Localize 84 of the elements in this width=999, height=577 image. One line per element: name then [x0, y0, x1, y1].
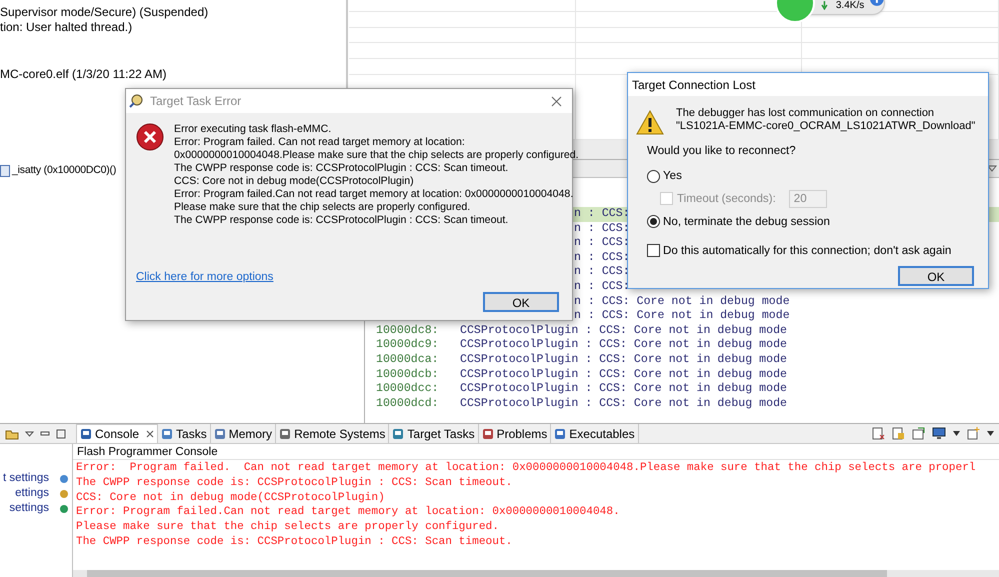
disassembly-text: CCSProtocolPlugin : CCS: Core not in debug mode [460, 338, 787, 353]
radio-button[interactable] [647, 214, 660, 228]
maximize-icon[interactable] [56, 428, 66, 438]
auto-checkbox-option[interactable]: Do this automatically for this connection; don't ask again [647, 242, 988, 260]
disassembly-row[interactable]: 10000dcc: CCSProtocolPlugin : CCS: Core not in debug mode [376, 382, 999, 397]
radio-button[interactable] [647, 170, 660, 183]
ok-button[interactable]: OK [898, 266, 974, 286]
file-icon [0, 164, 10, 176]
disassembly-text: CCSProtocolPlugin : CCS: Core not in debug mode [460, 352, 787, 368]
network-speed: 3.4K/s [836, 0, 864, 12]
disassembly-text: CCSProtocolPlugin : CCS: Core not in debug mode [460, 324, 787, 338]
more-options-link[interactable]: Click here for more options [136, 269, 274, 286]
new-console-icon[interactable] [967, 427, 980, 440]
disassembly-text: n : CCS: [574, 207, 630, 222]
settings-link[interactable]: settings [0, 500, 59, 518]
dialog-title: Target Connection Lost [632, 76, 756, 94]
error-message-line: Error: Program failed.Can not read target memory at location: 0x0000000010004048. [174, 188, 574, 201]
close-icon[interactable] [551, 96, 562, 106]
address-text: 10000dcc: [376, 382, 440, 397]
address-text: 10000dc8: [376, 324, 440, 338]
tab-icon [80, 428, 92, 440]
address-text: 10000dca: [376, 352, 440, 368]
warning-icon [636, 110, 664, 135]
timeout-label: Timeout (seconds): [677, 191, 776, 208]
reconnect-question: Would you like to reconnect? [647, 143, 797, 159]
connection-message-line: "LS1021A-EMMC-core0_OCRAM_LS1021ATWR_Download" [676, 120, 976, 133]
scroll-bar[interactable] [73, 570, 999, 577]
ok-button[interactable]: OK [483, 292, 559, 312]
console-line: CCS: Core not in debug mode(CCSProtocolPlugin) [76, 490, 386, 506]
settings-link[interactable]: ettings [0, 484, 59, 502]
console-line: The CWPP response code is: CCSProtocolPlugin : CCS: Scan timeout. [76, 534, 514, 550]
debug-tree-item[interactable]: MC-core0.elf (1/3/20 11:22 AM) [0, 67, 346, 82]
close-icon[interactable] [146, 430, 154, 438]
error-message-line: Error executing task flash-eMMC. [174, 123, 332, 136]
caret-icon[interactable] [25, 430, 34, 436]
disassembly-text: CCSProtocolPlugin : CCS: Core not in debug mode [460, 382, 787, 397]
tab-icon [214, 428, 226, 440]
stack-frame-item[interactable]: _isatty (0x10000DC0)() [0, 163, 116, 178]
error-message-line: The CWPP response code is: CCSProtocolPlugin : CCS: Scan timeout. [174, 214, 508, 227]
disassembly-row[interactable]: 10000dcb: CCSProtocolPlugin : CCS: Core not in debug mode [376, 368, 999, 382]
checkbox[interactable] [647, 244, 660, 258]
disassembly-text: n : CCS: [574, 280, 630, 295]
download-arrow-icon [821, 1, 828, 10]
debug-tree-item[interactable]: Supervisor mode/Secure) (Suspended) [0, 5, 346, 20]
error-message-line: The CWPP response code is: CCSProtocolPlugin : CCS: Scan timeout. [174, 162, 508, 175]
dialog-title: Target Task Error [150, 93, 242, 110]
address-text: 10000dcd: [376, 396, 440, 412]
settings-link[interactable]: t settings [0, 470, 59, 488]
disassembly-text: n : CCS: Core not in debug mode [574, 309, 790, 324]
monitor-icon[interactable] [932, 427, 946, 440]
error-icon [136, 123, 164, 151]
disassembly-row[interactable]: 10000dc9: CCSProtocolPlugin : CCS: Core not in debug mode [376, 338, 999, 353]
caret-icon[interactable] [987, 165, 997, 172]
disassembly-text: CCSProtocolPlugin : CCS: Core not in debug mode [460, 368, 787, 382]
tab-icon [279, 428, 292, 440]
console-title: Flash Programmer Console [73, 444, 999, 460]
clear-console-icon[interactable] [872, 427, 885, 440]
tab-icon [482, 428, 494, 440]
tab-icon [392, 428, 404, 440]
disassembly-row[interactable]: 10000dc8: CCSProtocolPlugin : CCS: Core not in debug mode [376, 324, 999, 338]
error-message-line: 0x0000000010004048.Please make sure that the chip selects are properly configured. [174, 149, 579, 162]
minimize-icon[interactable] [40, 428, 50, 438]
disassembly-text: CCSProtocolPlugin : CCS: Core not in debug mode [460, 396, 787, 412]
folder-icon[interactable] [5, 428, 19, 440]
error-message-line: CCS: Core not in debug mode(CCSProtocolPlugin) [174, 175, 414, 188]
console-line: The CWPP response code is: CCSProtocolPlugin : CCS: Scan timeout. [76, 476, 514, 491]
error-message-line: Please make sure that the chip selects are properly configured. [174, 201, 470, 214]
radio-option[interactable]: Yes [647, 167, 988, 185]
address-text: 10000dcb: [376, 368, 440, 382]
console-line: Please make sure that the chip selects are properly configured. [76, 520, 500, 535]
tab-icon [554, 428, 566, 440]
radio-option[interactable]: No, terminate the debug session [647, 212, 988, 230]
connection-message-line: The debugger has lost communication on connection [676, 107, 936, 120]
view-tab[interactable]: Console [76, 424, 158, 443]
caret-icon[interactable] [953, 431, 960, 436]
caret-icon[interactable] [987, 431, 994, 436]
address-text: 10000dc9: [376, 338, 440, 353]
error-message-line: Error: Program failed. Can not read target memory at location: [174, 136, 465, 149]
console-line: Error: Program failed. Can not read target memory at location: 0x0000000010004048.Please make sure that the chip selects are properl [76, 461, 977, 476]
tab-icon [161, 428, 174, 440]
disassembly-row[interactable]: 10000dca: CCSProtocolPlugin : CCS: Core not in debug mode [376, 352, 999, 368]
debug-tree-item[interactable]: tion: User halted thread.) [0, 20, 346, 35]
disassembly-row[interactable]: 10000dcd: CCSProtocolPlugin : CCS: Core not in debug mode [376, 396, 999, 412]
console-line: Error: Program failed.Can not read target memory at location: 0x0000000010004048. [76, 505, 621, 520]
